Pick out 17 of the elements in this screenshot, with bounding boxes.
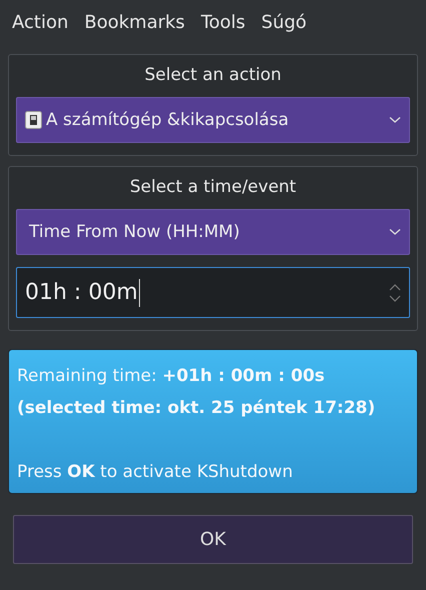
menu-item[interactable]: Tools bbox=[192, 8, 254, 42]
menu-item[interactable]: Bookmarks bbox=[76, 8, 193, 42]
dropdown[interactable]: Time From Now (HH:MM) bbox=[16, 209, 410, 255]
group-title: Select a time/event bbox=[130, 177, 296, 197]
switch-icon bbox=[25, 111, 42, 129]
time-field[interactable]: 01h : 00m bbox=[16, 267, 410, 318]
chevron-icon bbox=[389, 228, 401, 236]
hint-text: Press OK to activate KShutdown bbox=[17, 461, 294, 484]
spin-arrows-icon bbox=[389, 282, 401, 302]
ok-button[interactable]: OK bbox=[13, 515, 413, 564]
chevron-icon bbox=[389, 116, 401, 124]
menu-item[interactable]: Súgó bbox=[253, 8, 315, 42]
dropdown[interactable]: A számítógép &kikapcsolása bbox=[16, 97, 410, 143]
group-title: Select an action bbox=[144, 65, 282, 85]
selected-time-text: (selected time: okt. 25 péntek 17:28) bbox=[17, 397, 376, 420]
remaining-time-text: Remaining time: +01h : 00m : 00s bbox=[17, 365, 326, 388]
menu-item[interactable]: Action bbox=[4, 8, 76, 42]
